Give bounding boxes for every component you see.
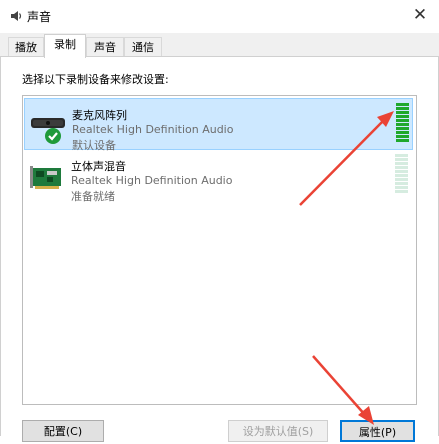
level-meter-segment: [396, 131, 409, 134]
level-meter-segment: [395, 158, 408, 161]
configure-button[interactable]: 配置(C): [22, 420, 104, 442]
set-default-button[interactable]: 设为默认值(S): [228, 420, 328, 442]
device-name: 麦克风阵列: [72, 109, 127, 122]
level-meter-segment: [396, 123, 409, 126]
level-meter: [396, 103, 409, 143]
tab-recording[interactable]: 录制: [44, 34, 86, 58]
level-meter-segment: [396, 119, 409, 122]
level-meter-segment: [396, 127, 409, 130]
properties-button[interactable]: 属性(P): [340, 420, 415, 442]
level-meter-segment: [395, 170, 408, 173]
level-meter-segment: [396, 135, 409, 138]
device-list[interactable]: 麦克风阵列 Realtek High Definition Audio 默认设备…: [22, 95, 417, 405]
level-meter-segment: [395, 154, 408, 157]
level-meter-segment: [395, 182, 408, 185]
device-description: Realtek High Definition Audio: [71, 174, 233, 187]
tab-playback[interactable]: 播放: [8, 37, 44, 57]
device-item-microphone-array[interactable]: 麦克风阵列 Realtek High Definition Audio 默认设备: [24, 98, 413, 152]
level-meter-segment: [395, 186, 408, 189]
level-meter-segment: [396, 111, 409, 114]
instruction-text: 选择以下录制设备来修改设置:: [22, 73, 169, 86]
level-meter-segment: [396, 115, 409, 118]
close-button[interactable]: ✕: [411, 6, 429, 24]
device-description: Realtek High Definition Audio: [72, 123, 234, 136]
device-status: 准备就绪: [71, 190, 115, 203]
level-meter-segment: [396, 107, 409, 110]
tab-sounds[interactable]: 声音: [86, 37, 124, 57]
window-title: 声音: [27, 10, 52, 24]
speaker-icon: [11, 11, 22, 21]
microphone-array-icon: [31, 118, 65, 144]
close-icon: ✕: [412, 5, 428, 25]
level-meter-segment: [395, 166, 408, 169]
level-meter-segment: [395, 178, 408, 181]
sound-card-icon: [30, 166, 61, 189]
level-meter-segment: [395, 162, 408, 165]
title-bar: 声音 ✕: [0, 0, 439, 32]
level-meter: [395, 154, 408, 194]
level-meter-segment: [396, 139, 409, 142]
tab-communications[interactable]: 通信: [124, 37, 162, 57]
level-meter-segment: [396, 103, 409, 106]
level-meter-segment: [395, 190, 408, 193]
level-meter-segment: [395, 174, 408, 177]
device-name: 立体声混音: [71, 160, 126, 173]
tab-bar: 播放 录制 声音 通信: [0, 33, 439, 58]
device-item-stereo-mix[interactable]: 立体声混音 Realtek High Definition Audio 准备就绪: [24, 150, 413, 203]
